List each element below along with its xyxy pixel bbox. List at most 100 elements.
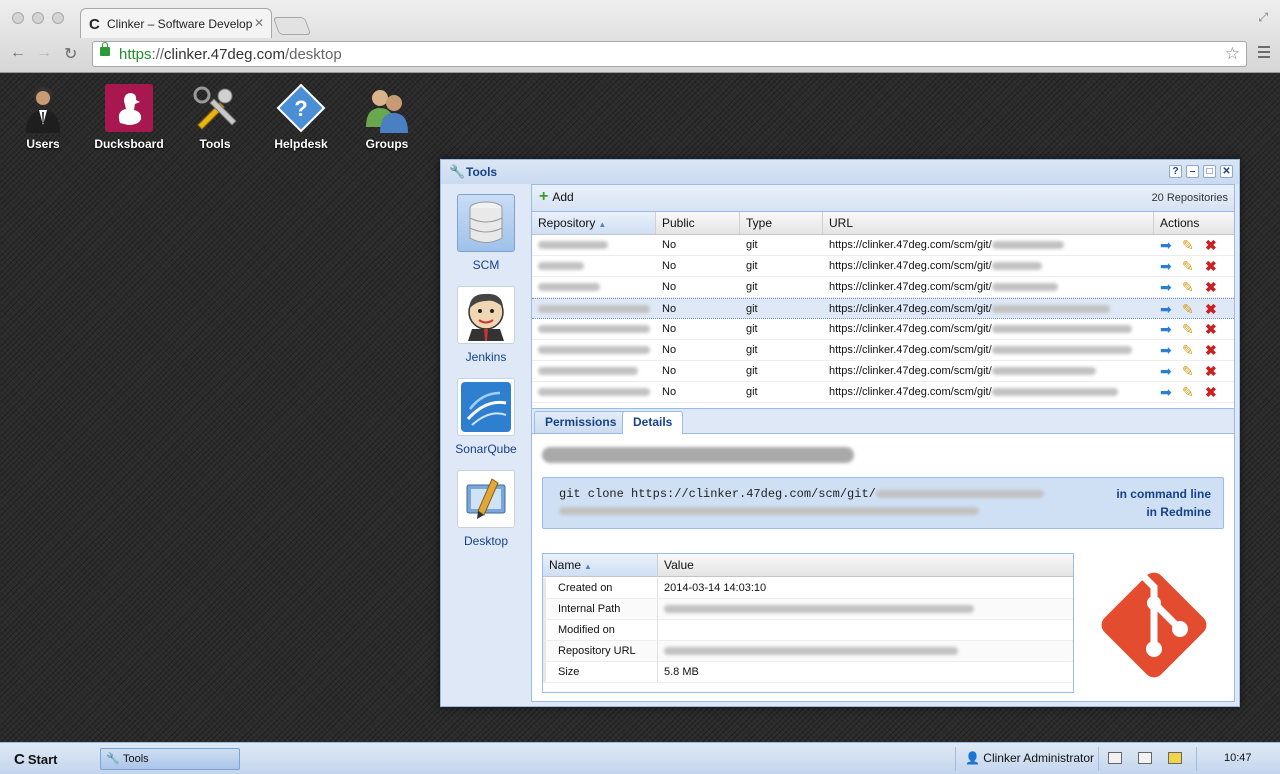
browser-menu-icon[interactable] (1258, 46, 1270, 58)
maximize-button[interactable]: □ (1203, 165, 1216, 178)
address-bar[interactable]: https://clinker.47deg.com/desktop ☆ (92, 41, 1247, 67)
sidebar-item-sonarqube[interactable]: SonarQube (455, 378, 517, 456)
column-header-repository[interactable]: Repository ▲ (532, 212, 656, 234)
browser-tab[interactable]: C Clinker – Software Develop ✕ (80, 8, 272, 38)
edit-pencil-icon[interactable]: ✎ (1182, 321, 1194, 337)
url-prefix: https://clinker.47deg.com/scm/git/ (829, 260, 992, 272)
edit-pencil-icon[interactable]: ✎ (1182, 363, 1194, 379)
delete-icon[interactable]: ✖ (1205, 301, 1217, 317)
column-header-name[interactable]: Name ▲ (543, 554, 658, 576)
open-arrow-icon[interactable]: ➡ (1160, 342, 1172, 358)
edit-pencil-icon[interactable]: ✎ (1182, 301, 1194, 317)
sidebar-item-jenkins[interactable]: Jenkins (455, 286, 517, 364)
reload-icon[interactable]: ↻ (64, 44, 77, 64)
url-separator: :// (151, 46, 165, 63)
sidebar-item-scm[interactable]: SCM (455, 194, 517, 272)
clone-command[interactable]: git clone https://clinker.47deg.com/scm/… (559, 487, 1044, 515)
taskbar-item-tools[interactable]: 🔧 Tools (100, 748, 240, 770)
in-command-line-link[interactable]: in command line (1116, 487, 1211, 501)
edit-pencil-icon[interactable]: ✎ (1182, 237, 1194, 253)
tab-permissions[interactable]: Permissions (534, 411, 628, 433)
sidebar-item-label: Jenkins (465, 350, 507, 364)
desktop-icon-ducksboard[interactable]: Ducksboard (86, 83, 172, 151)
taskbar-separator (1098, 747, 1099, 771)
user-icon: 👤 (965, 751, 980, 765)
monitor-icon[interactable] (1108, 752, 1122, 764)
minimize-button[interactable]: – (1186, 165, 1199, 178)
open-arrow-icon[interactable]: ➡ (1160, 237, 1172, 253)
start-button[interactable]: C Start (14, 751, 57, 768)
column-header-label: URL (829, 216, 854, 230)
in-redmine-link[interactable]: in Redmine (1146, 505, 1211, 519)
open-arrow-icon[interactable]: ➡ (1160, 363, 1172, 379)
property-name: Modified on (543, 620, 658, 640)
svg-text:?: ? (294, 96, 307, 121)
tab-close-icon[interactable]: ✕ (254, 16, 264, 30)
delete-icon[interactable]: ✖ (1205, 363, 1217, 379)
table-row-selected[interactable]: No git https://clinker.47deg.com/scm/git… (532, 298, 1234, 319)
column-header-url[interactable]: URL (823, 212, 1154, 234)
cell-type: git (746, 239, 758, 251)
delete-icon[interactable]: ✖ (1205, 384, 1217, 400)
property-name: Repository URL (543, 641, 658, 661)
cell-public: No (662, 323, 677, 335)
table-row[interactable]: No git https://clinker.47deg.com/scm/git… (532, 319, 1234, 340)
window-header[interactable]: 🔧 Tools ? – □ ✕ (441, 160, 1239, 184)
delete-icon[interactable]: ✖ (1205, 258, 1217, 274)
close-window-button[interactable] (12, 12, 24, 24)
open-arrow-icon[interactable]: ➡ (1160, 301, 1172, 317)
table-row[interactable]: No git https://clinker.47deg.com/scm/git… (532, 256, 1234, 277)
desktop-icon-users[interactable]: Users (0, 83, 86, 151)
column-header-actions[interactable]: Actions (1154, 212, 1234, 234)
delete-icon[interactable]: ✖ (1205, 279, 1217, 295)
column-header-value[interactable]: Value (658, 554, 1073, 576)
desktop-icon-helpdesk[interactable]: ? Helpdesk (258, 83, 344, 151)
keyboard-icon[interactable] (1138, 752, 1152, 764)
table-row[interactable]: No git https://clinker.47deg.com/scm/git… (532, 277, 1234, 298)
column-header-type[interactable]: Type (740, 212, 823, 234)
edit-pencil-icon[interactable]: ✎ (1182, 258, 1194, 274)
back-icon[interactable]: ← (10, 44, 26, 62)
table-row[interactable]: No git https://clinker.47deg.com/scm/git… (532, 340, 1234, 361)
url-path: /desktop (284, 46, 342, 63)
open-arrow-icon[interactable]: ➡ (1160, 384, 1172, 400)
table-row[interactable]: No git https://clinker.47deg.com/scm/git… (532, 382, 1234, 403)
edit-pencil-icon[interactable]: ✎ (1182, 279, 1194, 295)
desktop-icon-groups[interactable]: Groups (344, 83, 430, 151)
sort-asc-icon: ▲ (598, 220, 607, 229)
open-arrow-icon[interactable]: ➡ (1160, 321, 1172, 337)
tools-window: 🔧 Tools ? – □ ✕ SCM Jenkins SonarQube De… (440, 159, 1240, 707)
bookmark-star-icon[interactable]: ☆ (1225, 44, 1240, 64)
sidebar-item-label: SonarQube (455, 442, 517, 456)
desktop-icon (466, 478, 506, 519)
new-tab-button[interactable] (272, 17, 312, 35)
notes-icon[interactable] (1168, 752, 1182, 764)
duck-icon (105, 84, 153, 132)
current-user[interactable]: 👤 Clinker Administrator (965, 751, 1094, 765)
tab-details[interactable]: Details (622, 411, 684, 434)
column-header-public[interactable]: Public (656, 212, 740, 234)
cell-url: https://clinker.47deg.com/scm/git/ (823, 235, 1154, 255)
fullscreen-icon[interactable]: ⤢ (1258, 10, 1268, 25)
users-icon (26, 87, 60, 133)
property-value-redacted (658, 599, 974, 619)
close-button[interactable]: ✕ (1220, 165, 1233, 178)
delete-icon[interactable]: ✖ (1205, 321, 1217, 337)
zoom-window-button[interactable] (52, 12, 64, 24)
table-row[interactable]: No git https://clinker.47deg.com/scm/git… (532, 361, 1234, 382)
column-header-label: Actions (1160, 216, 1200, 230)
delete-icon[interactable]: ✖ (1205, 342, 1217, 358)
minimize-window-button[interactable] (32, 12, 44, 24)
cell-public: No (662, 281, 677, 293)
desktop-icon-tools[interactable]: Tools (172, 83, 258, 151)
add-repository-button[interactable]: + Add (539, 189, 574, 205)
open-arrow-icon[interactable]: ➡ (1160, 258, 1172, 274)
forward-icon[interactable]: → (36, 44, 52, 62)
delete-icon[interactable]: ✖ (1205, 237, 1217, 253)
help-button[interactable]: ? (1169, 165, 1182, 178)
table-row[interactable]: No git https://clinker.47deg.com/scm/git… (532, 235, 1234, 256)
sidebar-item-desktop[interactable]: Desktop (455, 470, 517, 548)
open-arrow-icon[interactable]: ➡ (1160, 279, 1172, 295)
edit-pencil-icon[interactable]: ✎ (1182, 384, 1194, 400)
edit-pencil-icon[interactable]: ✎ (1182, 342, 1194, 358)
